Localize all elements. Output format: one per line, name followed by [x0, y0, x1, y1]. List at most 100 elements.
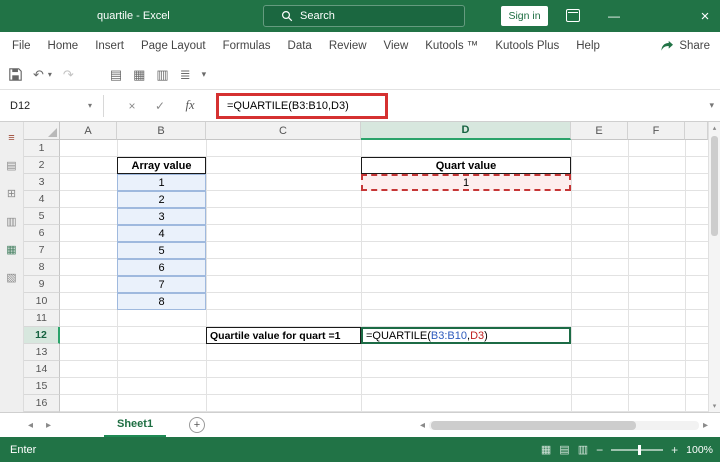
prev-sheet-icon[interactable]: ◂	[28, 413, 33, 437]
tab-file[interactable]: File	[12, 40, 31, 52]
cell-D12[interactable]: =QUARTILE(B3:B10, D3)	[361, 327, 571, 344]
tab-kutools-plus[interactable]: Kutools Plus	[495, 40, 559, 52]
cell-B4[interactable]: 2	[117, 191, 206, 208]
sign-in-button[interactable]: Sign in	[501, 6, 548, 26]
formulabar-expand-icon[interactable]: ▾	[709, 90, 714, 121]
minimize-icon[interactable]: —	[600, 0, 628, 32]
zoom-level: 100%	[686, 443, 713, 456]
tab-review[interactable]: Review	[329, 40, 367, 52]
row-header-10[interactable]: 10	[24, 293, 60, 310]
scroll-down-icon[interactable]: ▾	[709, 400, 720, 412]
tab-formulas[interactable]: Formulas	[223, 40, 271, 52]
cell-C12[interactable]: Quartile value for quart =1	[206, 327, 361, 344]
column-header-D[interactable]: D	[361, 122, 571, 140]
add-sheet-icon[interactable]: +	[189, 417, 205, 433]
cell-B10[interactable]: 8	[117, 293, 206, 310]
clipboard-icon[interactable]: ▤	[6, 159, 16, 172]
zoom-out-icon[interactable]: −	[596, 443, 603, 457]
row-header-9[interactable]: 9	[24, 276, 60, 293]
status-mode: Enter	[10, 443, 37, 456]
row-header-1[interactable]: 1	[24, 140, 60, 157]
list-icon[interactable]: ≣	[180, 67, 191, 83]
hscroll-thumb[interactable]	[431, 420, 637, 430]
undo-icon[interactable]: ↶	[33, 67, 44, 83]
undo-dropdown-icon[interactable]: ▾	[48, 70, 52, 79]
cell-B7[interactable]: 5	[117, 242, 206, 259]
row-header-14[interactable]: 14	[24, 361, 60, 378]
cell-B9[interactable]: 7	[117, 276, 206, 293]
hscroll-left-icon[interactable]: ◂	[420, 420, 425, 431]
page-layout-view-icon[interactable]: ▤	[559, 443, 569, 456]
sheet-tab-sheet1[interactable]: Sheet1	[104, 413, 167, 437]
tab-kutools[interactable]: Kutools ™	[425, 40, 478, 52]
sheet-grid-icon[interactable]: ▦	[6, 243, 16, 256]
cancel-icon[interactable]: ×	[120, 90, 144, 121]
tab-view[interactable]: View	[384, 40, 409, 52]
row-header-8[interactable]: 8	[24, 259, 60, 276]
share-button[interactable]: Share	[660, 32, 710, 60]
workbook-icon[interactable]: ⊞	[7, 187, 16, 200]
next-sheet-icon[interactable]: ▸	[46, 413, 51, 437]
namebox-dropdown-icon[interactable]: ▾	[88, 101, 92, 110]
row-header-13[interactable]: 13	[24, 344, 60, 361]
redo-icon[interactable]: ↷	[63, 67, 74, 83]
row-header-15[interactable]: 15	[24, 378, 60, 395]
table-icon[interactable]: ▤	[110, 67, 122, 83]
column-header-partial[interactable]	[685, 122, 708, 140]
quick-access-toolbar: ↶ ▾ ↷ ▤ ▦ ▥ ≣ ▾	[0, 60, 720, 90]
column-header-E[interactable]: E	[571, 122, 628, 140]
menu-icon[interactable]: ≡	[8, 132, 14, 144]
tab-help[interactable]: Help	[576, 40, 600, 52]
select-all-corner[interactable]	[24, 122, 60, 140]
hscroll-right-icon[interactable]: ▸	[703, 420, 708, 431]
column-header-C[interactable]: C	[206, 122, 361, 140]
normal-view-icon[interactable]: ▦	[541, 443, 551, 456]
column-header-B[interactable]: B	[117, 122, 206, 140]
cell-B2[interactable]: Array value	[117, 157, 206, 174]
cell-B6[interactable]: 4	[117, 225, 206, 242]
hscroll-track[interactable]	[429, 420, 699, 430]
cell-D2[interactable]: Quart value	[361, 157, 571, 174]
tab-page-layout[interactable]: Page Layout	[141, 40, 206, 52]
tab-data[interactable]: Data	[288, 40, 312, 52]
page-break-view-icon[interactable]: ▥	[578, 443, 588, 456]
save-icon[interactable]	[9, 68, 22, 81]
cell-B5[interactable]: 3	[117, 208, 206, 225]
search-input[interactable]: Search	[263, 5, 465, 27]
borders-icon[interactable]: ▥	[156, 67, 168, 83]
name-box[interactable]: D12 ▾	[0, 90, 100, 121]
vscroll-thumb[interactable]	[711, 136, 718, 236]
insert-function-icon[interactable]: fx	[178, 90, 202, 121]
close-icon[interactable]: ×	[690, 0, 720, 32]
scroll-up-icon[interactable]: ▴	[709, 122, 720, 134]
cell-D3[interactable]: 1	[361, 174, 571, 191]
qat-dropdown-icon[interactable]: ▾	[202, 69, 207, 80]
tab-insert[interactable]: Insert	[95, 40, 124, 52]
column-header-A[interactable]: A	[60, 122, 117, 140]
window-title: quartile - Excel	[97, 10, 170, 22]
column-header-F[interactable]: F	[628, 122, 685, 140]
row-header-11[interactable]: 11	[24, 310, 60, 327]
row-header-16[interactable]: 16	[24, 395, 60, 412]
zoom-in-icon[interactable]: +	[671, 443, 678, 457]
cell-B8[interactable]: 6	[117, 259, 206, 276]
ribbon-display-options-icon[interactable]	[566, 9, 580, 22]
row-header-7[interactable]: 7	[24, 242, 60, 259]
horizontal-scrollbar[interactable]: ◂ ▸	[420, 418, 708, 432]
printer-icon[interactable]: ▥	[6, 215, 16, 228]
row-header-4[interactable]: 4	[24, 191, 60, 208]
zoom-slider[interactable]	[611, 444, 664, 455]
row-header-12[interactable]: 12	[24, 327, 60, 344]
tab-home[interactable]: Home	[48, 40, 79, 52]
row-header-3[interactable]: 3	[24, 174, 60, 191]
status-bar-right: ▦ ▤ ▥ − + 100%	[541, 437, 713, 462]
row-header-6[interactable]: 6	[24, 225, 60, 242]
grid-icon[interactable]: ▦	[133, 67, 145, 83]
row-header-2[interactable]: 2	[24, 157, 60, 174]
chart-icon[interactable]: ▧	[6, 271, 16, 284]
vertical-scrollbar[interactable]: ▴ ▾	[708, 122, 720, 412]
zoom-slider-thumb[interactable]	[638, 444, 642, 455]
cell-B3[interactable]: 1	[117, 174, 206, 191]
enter-icon[interactable]: ✓	[148, 90, 172, 121]
row-header-5[interactable]: 5	[24, 208, 60, 225]
